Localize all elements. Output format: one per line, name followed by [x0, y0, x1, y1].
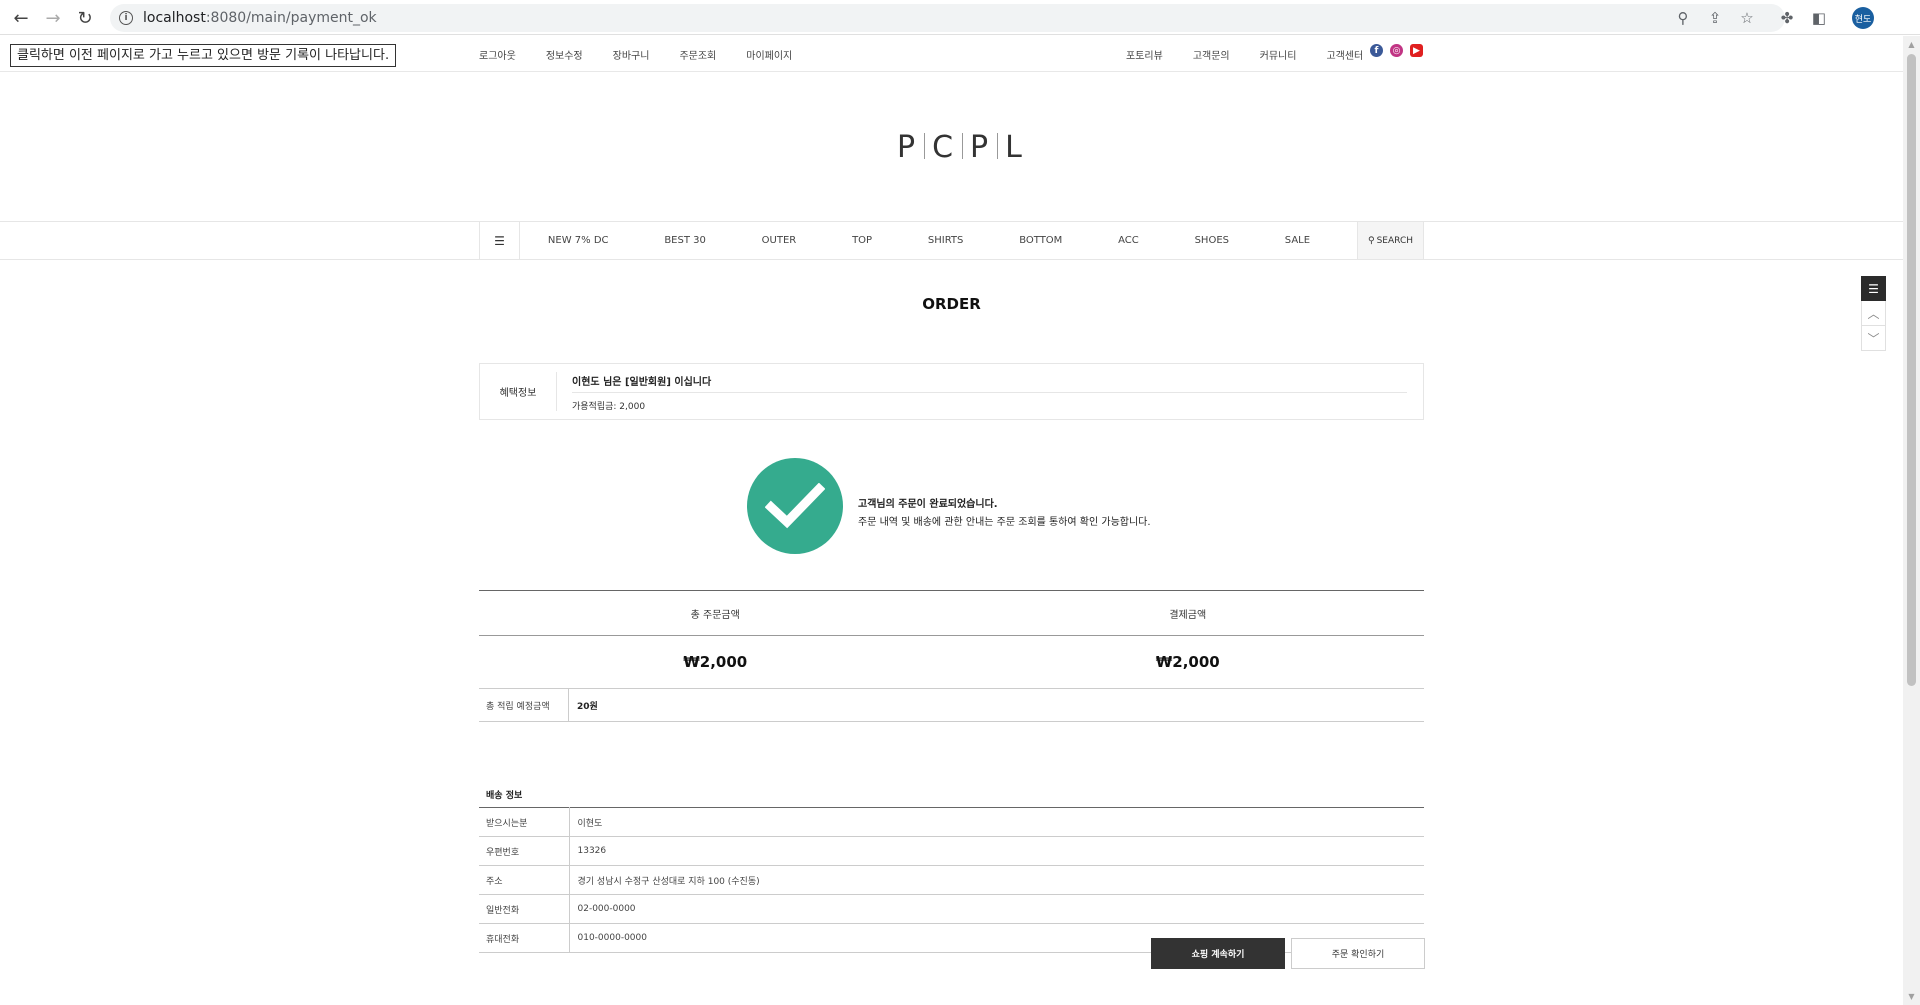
- community-link[interactable]: 커뮤니티: [1260, 47, 1297, 62]
- logo-letter: L: [1005, 130, 1024, 165]
- recipient-value: 이현도: [569, 807, 1424, 837]
- forward-arrow-icon[interactable]: →: [41, 6, 65, 30]
- member-grade-text: 이현도 님은 [일반회원] 이십니다: [572, 377, 712, 388]
- main-navigation: ☰ NEW 7% DC BEST 30 OUTER TOP SHIRTS BOT…: [0, 221, 1903, 260]
- table-row: 주소 경기 성남시 수정구 산성대로 지하 100 (수진동): [479, 865, 1424, 895]
- profile-avatar[interactable]: 현도: [1852, 7, 1874, 29]
- back-arrow-icon[interactable]: ←: [9, 6, 33, 30]
- share-icon[interactable]: ⇪: [1703, 6, 1727, 30]
- nav-sale[interactable]: SALE: [1285, 235, 1310, 246]
- facebook-icon[interactable]: f: [1370, 44, 1383, 57]
- check-circle-icon: [747, 458, 843, 554]
- recipient-label: 받으시는분: [479, 807, 570, 837]
- nav-new[interactable]: NEW 7% DC: [548, 235, 609, 246]
- phone-value: 02-000-0000: [569, 894, 1424, 924]
- scroll-down-arrow-icon[interactable]: ▼: [1907, 992, 1916, 1001]
- scroll-down-icon[interactable]: ﹀: [1861, 326, 1886, 351]
- top-links-left: 로그아웃 정보수정 장바구니 주문조회 마이페이지: [479, 47, 822, 62]
- search-icon: ⚲: [1367, 235, 1375, 246]
- phone-label: 일반전화: [479, 894, 570, 924]
- nav-best[interactable]: BEST 30: [664, 235, 706, 246]
- scroll-up-arrow-icon[interactable]: ▲: [1907, 40, 1916, 49]
- shipping-table: 받으시는분 이현도 우편번호 13326 주소 경기 성남시 수정구 산성대로 …: [479, 807, 1424, 953]
- benefit-label: 혜택정보: [499, 388, 537, 399]
- page-viewport: 로그아웃 정보수정 장바구니 주문조회 마이페이지 포토리뷰 고객문의 커뮤니티…: [0, 36, 1903, 1005]
- points-label: 총 적립 예정금액: [479, 689, 569, 721]
- cart-link[interactable]: 장바구니: [613, 47, 650, 62]
- nav-acc[interactable]: ACC: [1118, 235, 1139, 246]
- nav-shirts[interactable]: SHIRTS: [928, 235, 964, 246]
- quick-menu: ☰ ︿ ﹀: [1861, 276, 1886, 351]
- address-value: 경기 성남시 수정구 산성대로 지하 100 (수진동): [569, 865, 1424, 895]
- nav-top[interactable]: TOP: [852, 235, 872, 246]
- logo-letter: P: [970, 130, 991, 165]
- available-points-text: 가용적립금: 2,000: [572, 402, 646, 412]
- order-total-value: ₩2,000: [683, 653, 748, 671]
- photo-review-link[interactable]: 포토리뷰: [1126, 47, 1163, 62]
- edit-info-link[interactable]: 정보수정: [546, 47, 583, 62]
- table-row: 우편번호 13326: [479, 836, 1424, 866]
- action-buttons: 쇼핑 계속하기 주문 확인하기: [1151, 938, 1425, 969]
- top-links-right: 포토리뷰 고객문의 커뮤니티 고객센터: [1126, 47, 1393, 62]
- order-totals: 총 주문금액 결제금액 ₩2,000 ₩2,000 총 적립 예정금액 20원: [479, 590, 1424, 722]
- quick-menu-icon[interactable]: ☰: [1861, 276, 1886, 301]
- extensions-icon[interactable]: ✤: [1775, 6, 1799, 30]
- mobile-label: 휴대전화: [479, 923, 570, 953]
- reload-icon[interactable]: ↻: [73, 6, 97, 30]
- url-text: localhost:8080/main/payment_ok: [143, 10, 377, 26]
- zipcode-label: 우편번호: [479, 836, 570, 866]
- order-complete-title: 고객님의 주문이 완료되었습니다.: [858, 499, 998, 510]
- youtube-icon[interactable]: ▶: [1410, 44, 1423, 57]
- order-lookup-link[interactable]: 주문조회: [679, 47, 716, 62]
- benefit-info-box: 혜택정보 이현도 님은 [일반회원] 이십니다 가용적립금: 2,000: [479, 363, 1424, 420]
- zoom-icon[interactable]: ⚲: [1671, 6, 1695, 30]
- scrollbar-thumb[interactable]: [1907, 54, 1916, 686]
- mypage-link[interactable]: 마이페이지: [746, 47, 792, 62]
- side-panel-icon[interactable]: ◧: [1807, 6, 1831, 30]
- table-row: 일반전화 02-000-0000: [479, 894, 1424, 924]
- address-bar[interactable]: i localhost:8080/main/payment_ok: [110, 4, 1785, 32]
- search-button[interactable]: ⚲ SEARCH: [1357, 222, 1423, 259]
- table-row: 받으시는분 이현도: [479, 807, 1424, 837]
- customer-center-link[interactable]: 고객센터: [1326, 47, 1363, 62]
- instagram-icon[interactable]: ◎: [1390, 44, 1403, 57]
- back-button-tooltip: 클릭하면 이전 페이지로 가고 누르고 있으면 방문 기록이 나타납니다.: [10, 44, 397, 67]
- points-value: 20원: [577, 701, 598, 712]
- address-label: 주소: [479, 865, 570, 895]
- order-complete-section: 고객님의 주문이 완료되었습니다. 주문 내역 및 배송에 관한 안내는 주문 …: [747, 458, 1151, 554]
- search-label: SEARCH: [1376, 235, 1413, 246]
- order-complete-note: 주문 내역 및 배송에 관한 안내는 주문 조회를 통하여 확인 가능합니다.: [858, 517, 1151, 528]
- social-links: f ◎ ▶: [1370, 44, 1430, 57]
- site-info-icon[interactable]: i: [119, 11, 133, 25]
- customer-inquiry-link[interactable]: 고객문의: [1193, 47, 1230, 62]
- page-scrollbar[interactable]: ▲ ▼: [1903, 36, 1920, 1005]
- shipping-info: 배송 정보 받으시는분 이현도 우편번호 13326 주소 경기 성남시 수정구…: [479, 788, 1424, 953]
- gnb-menu: NEW 7% DC BEST 30 OUTER TOP SHIRTS BOTTO…: [520, 222, 1338, 259]
- site-logo[interactable]: PCPL: [897, 130, 1024, 165]
- confirm-order-button[interactable]: 주문 확인하기: [1291, 938, 1425, 969]
- category-menu-icon[interactable]: ☰: [480, 222, 520, 259]
- nav-outer[interactable]: OUTER: [762, 235, 797, 246]
- continue-shopping-button[interactable]: 쇼핑 계속하기: [1151, 938, 1285, 969]
- payment-label: 결제금액: [1169, 609, 1207, 621]
- page-title: ORDER: [922, 295, 981, 313]
- logout-link[interactable]: 로그아웃: [479, 47, 516, 62]
- payment-value: ₩2,000: [1155, 653, 1220, 671]
- scroll-up-icon[interactable]: ︿: [1861, 301, 1886, 326]
- logo-letter: C: [932, 130, 956, 165]
- order-total-label: 총 주문금액: [690, 609, 740, 621]
- shipping-title: 배송 정보: [486, 791, 523, 801]
- browser-toolbar: ← → ↻ i localhost:8080/main/payment_ok ⚲…: [0, 0, 1920, 35]
- bookmark-star-icon[interactable]: ☆: [1735, 6, 1759, 30]
- nav-shoes[interactable]: SHOES: [1195, 235, 1229, 246]
- nav-bottom[interactable]: BOTTOM: [1019, 235, 1062, 246]
- logo-letter: P: [897, 130, 918, 165]
- zipcode-value: 13326: [569, 836, 1424, 866]
